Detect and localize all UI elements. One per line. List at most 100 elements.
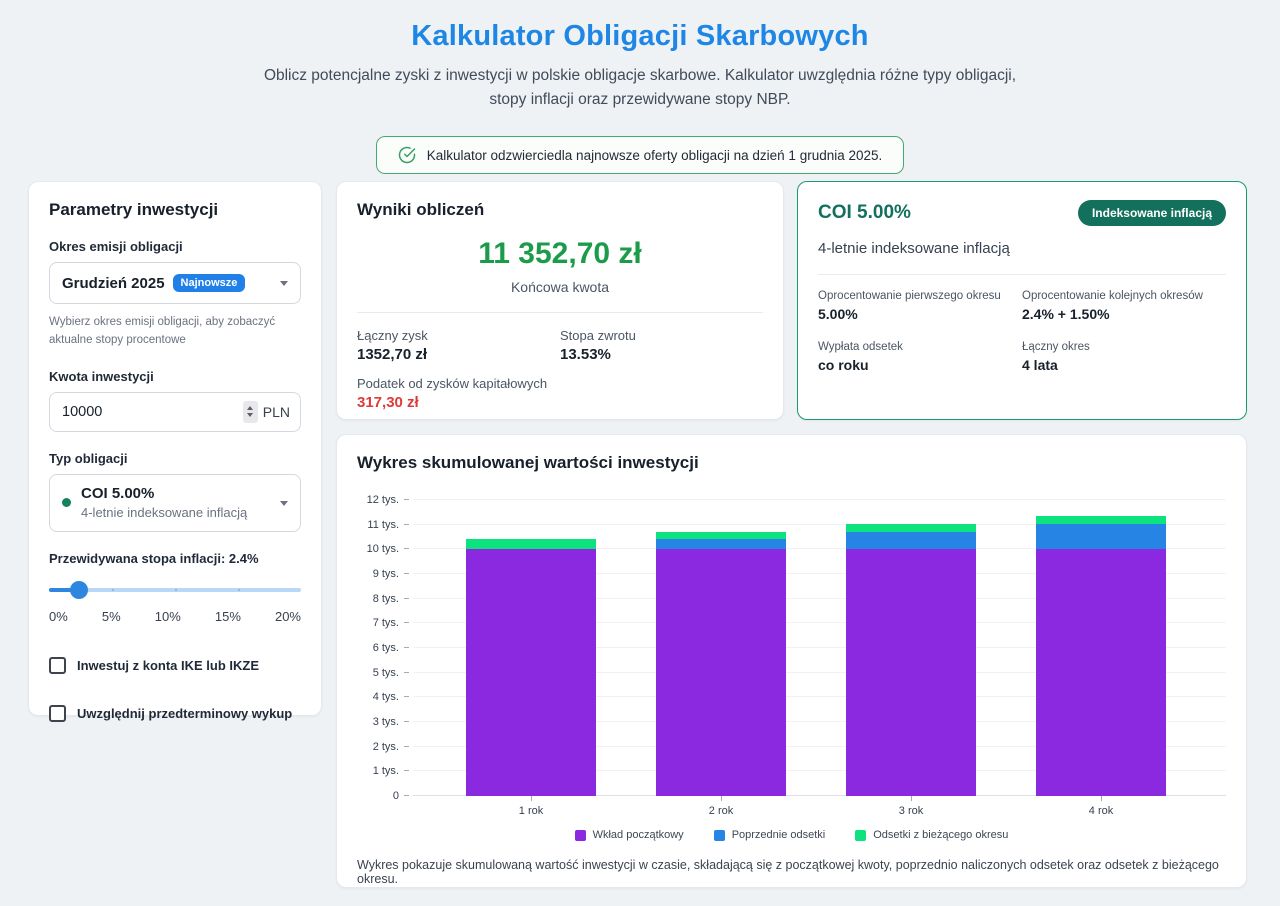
inflation-label: Przewidywana stopa inflacji: 2.4%: [49, 551, 301, 566]
chart-heading: Wykres skumulowanej wartości inwestycji: [357, 453, 1226, 473]
stepper-up-icon: [247, 406, 253, 410]
bond-type-description: 4-letnie indeksowane inflacją: [81, 505, 247, 520]
total-period: Łączny okres 4 lata: [1022, 341, 1226, 373]
banner-text: Kalkulator odzwierciedla najnowsze ofert…: [427, 148, 883, 163]
emission-period-select[interactable]: Grudzień 2025 Najnowsze: [49, 262, 301, 304]
chart-card: Wykres skumulowanej wartości inwestycji …: [336, 434, 1247, 888]
bar-segment: [466, 549, 596, 796]
next-periods-rate-value: 2.4% + 1.50%: [1022, 306, 1226, 322]
info-banner: Kalkulator odzwierciedla najnowsze ofert…: [376, 136, 905, 174]
inflation-indexed-badge: Indeksowane inflacją: [1078, 200, 1226, 226]
x-axis-label: 1 rok: [519, 805, 543, 817]
early-redemption-checkbox-row[interactable]: Uwzględnij przedterminowy wykup: [49, 705, 301, 722]
y-axis-tick: [404, 548, 409, 549]
check-circle-icon: [398, 146, 416, 164]
slider-thumb[interactable]: [70, 581, 88, 599]
results-card: Wyniki obliczeń 11 352,70 zł Końcowa kwo…: [336, 181, 784, 420]
bar-segment: [656, 549, 786, 796]
y-axis-tick: [404, 622, 409, 623]
bond-details-grid: Oprocentowanie pierwszego okresu 5.00% O…: [818, 290, 1226, 373]
first-period-rate-value: 5.00%: [818, 306, 1022, 322]
bond-type-label: Typ obligacji: [49, 451, 301, 466]
bar-segment: [846, 532, 976, 550]
scale-15: 15%: [215, 609, 241, 624]
tax-label: Podatek od zysków kapitałowych: [357, 376, 763, 391]
total-period-label: Łączny okres: [1022, 341, 1226, 353]
inflation-slider[interactable]: [49, 580, 301, 600]
checkbox-unchecked[interactable]: [49, 705, 66, 722]
y-axis-tick: [404, 770, 409, 771]
amount-input[interactable]: [62, 404, 243, 420]
final-amount-label: Końcowa kwota: [357, 279, 763, 295]
chart-plot: 01 tys.2 tys.3 tys.4 tys.5 tys.6 tys.7 t…: [413, 500, 1226, 796]
bar-segment: [656, 532, 786, 540]
x-axis-label: 2 rok: [709, 805, 733, 817]
x-axis-tick: [531, 796, 532, 801]
y-axis-tick: [404, 696, 409, 697]
interest-payout-value: co roku: [818, 357, 1022, 373]
y-axis-tick: [404, 746, 409, 747]
legend-swatch-icon: [575, 830, 586, 841]
y-axis-tick: [404, 598, 409, 599]
bond-type-dot-icon: [62, 498, 71, 507]
next-periods-rate: Oprocentowanie kolejnych okresów 2.4% + …: [1022, 290, 1226, 322]
divider: [357, 312, 763, 313]
chart-x-axis: 1 rok 2 rok 3 rok 4 rok: [413, 796, 1226, 817]
treasury-bond-calculator-page: Kalkulator Obligacji Skarbowych Oblicz p…: [0, 0, 1280, 906]
final-amount: 11 352,70 zł: [357, 237, 763, 271]
legend-item: Poprzednie odsetki: [714, 829, 826, 841]
legend-item: Odsetki z bieżącego okresu: [855, 829, 1008, 841]
y-axis-tick: [404, 647, 409, 648]
page-subtitle: Oblicz potencjalne zyski z inwestycji w …: [262, 64, 1018, 111]
y-axis-label: 6 tys.: [357, 642, 399, 654]
amount-label: Kwota inwestycji: [49, 369, 301, 384]
bond-title: COI 5.00%: [818, 202, 911, 224]
emission-period-label: Okres emisji obligacji: [49, 239, 301, 254]
y-axis-tick: [404, 721, 409, 722]
legend-swatch-icon: [714, 830, 725, 841]
bar-segment: [846, 524, 976, 532]
y-axis-tick: [404, 795, 409, 796]
amount-field: PLN: [49, 392, 301, 432]
x-axis-label: 4 rok: [1089, 805, 1113, 817]
x-axis-tick: [721, 796, 722, 801]
bar-1-rok: [466, 539, 596, 796]
checkbox-unchecked[interactable]: [49, 657, 66, 674]
return-rate-value: 13.53%: [560, 346, 763, 363]
main-layout: Parametry inwestycji Okres emisji obliga…: [28, 181, 1247, 888]
return-rate-stat: Stopa zwrotu 13.53%: [560, 328, 763, 363]
legend-label: Odsetki z bieżącego okresu: [873, 829, 1008, 841]
x-axis-category: 1 rok: [466, 796, 596, 817]
bar-segment: [656, 539, 786, 549]
chevron-down-icon: [280, 281, 288, 286]
y-axis-label: 3 tys.: [357, 716, 399, 728]
bond-type-value: COI 5.00%: [81, 485, 154, 502]
right-column: Wyniki obliczeń 11 352,70 zł Końcowa kwo…: [336, 181, 1247, 888]
page-header: Kalkulator Obligacji Skarbowych Oblicz p…: [0, 0, 1280, 174]
x-axis-tick: [911, 796, 912, 801]
y-axis-label: 0: [357, 790, 399, 802]
total-profit-label: Łączny zysk: [357, 328, 560, 343]
scale-0: 0%: [49, 609, 68, 624]
y-axis-tick: [404, 499, 409, 500]
x-axis-category: 3 rok: [846, 796, 976, 817]
top-row: Wyniki obliczeń 11 352,70 zł Końcowa kwo…: [336, 181, 1247, 420]
chevron-down-icon: [280, 501, 288, 506]
stepper-down-icon: [247, 413, 253, 417]
y-axis-tick: [404, 524, 409, 525]
results-stats: Łączny zysk 1352,70 zł Stopa zwrotu 13.5…: [357, 328, 763, 363]
bar-4-rok: [1036, 516, 1166, 796]
number-stepper[interactable]: [243, 401, 258, 423]
interest-payout-label: Wypłata odsetek: [818, 341, 1022, 353]
y-axis-tick: [404, 672, 409, 673]
ike-ikze-checkbox-row[interactable]: Inwestuj z konta IKE lub IKZE: [49, 657, 301, 674]
y-axis-tick: [404, 573, 409, 574]
x-axis-tick: [1101, 796, 1102, 801]
legend-swatch-icon: [855, 830, 866, 841]
first-period-rate-label: Oprocentowanie pierwszego okresu: [818, 290, 1022, 302]
chart-legend: Wkład początkowyPoprzednie odsetkiOdsetk…: [357, 829, 1226, 841]
y-axis-label: 9 tys.: [357, 568, 399, 580]
interest-payout: Wypłata odsetek co roku: [818, 341, 1022, 373]
divider: [818, 274, 1226, 275]
bond-type-select[interactable]: COI 5.00% 4-letnie indeksowane inflacją: [49, 474, 301, 532]
